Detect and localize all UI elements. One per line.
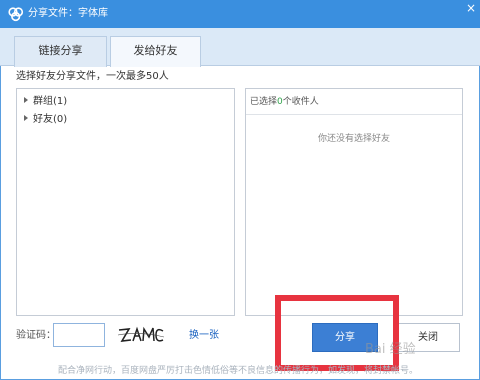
selected-prefix: 已选择 — [250, 97, 278, 107]
selected-suffix: 个收件人 — [282, 97, 319, 107]
chevron-right-icon — [24, 115, 28, 121]
notice-text: 配合净网行动，百度网盘严厉打击色情低俗等不良信息的传播行为，如发现，将封禁帐号。 — [58, 366, 419, 376]
tab-send-to-friend[interactable]: 发给好友 — [110, 36, 201, 67]
captcha-label: 验证码： — [16, 330, 56, 341]
tree-item-label: 好友(0) — [33, 114, 68, 125]
selected-panel: 已选择0个收件人 你还没有选择好友 — [245, 88, 463, 316]
tree-item-label: 群组(1) — [33, 96, 68, 107]
tab-link-share[interactable]: 链接分享 — [14, 36, 107, 67]
instruction-text: 选择好友分享文件，一次最多50人 — [16, 71, 169, 82]
empty-selection-text: 你还没有选择好友 — [317, 134, 390, 144]
selected-header: 已选择0个收件人 — [246, 89, 462, 115]
cloud-icon — [8, 7, 24, 22]
window-title: 分享文件：字体库 — [28, 8, 108, 19]
highlight-box — [275, 295, 399, 371]
captcha-input[interactable] — [53, 323, 105, 347]
title-bar: 分享文件：字体库 × — [0, 0, 480, 28]
tree-item-groups[interactable]: 群组(1) — [24, 95, 67, 109]
watermark: Bai 经验 — [365, 342, 416, 357]
tree-item-friends[interactable]: 好友(0) — [24, 113, 67, 127]
tab-bar: 链接分享 发给好友 — [0, 28, 480, 67]
contacts-panel: 群组(1) 好友(0) — [16, 88, 235, 316]
chevron-right-icon — [24, 97, 28, 103]
captcha-image[interactable] — [116, 322, 166, 348]
close-icon[interactable]: × — [462, 0, 480, 18]
refresh-captcha-link[interactable]: 换一张 — [189, 329, 219, 343]
